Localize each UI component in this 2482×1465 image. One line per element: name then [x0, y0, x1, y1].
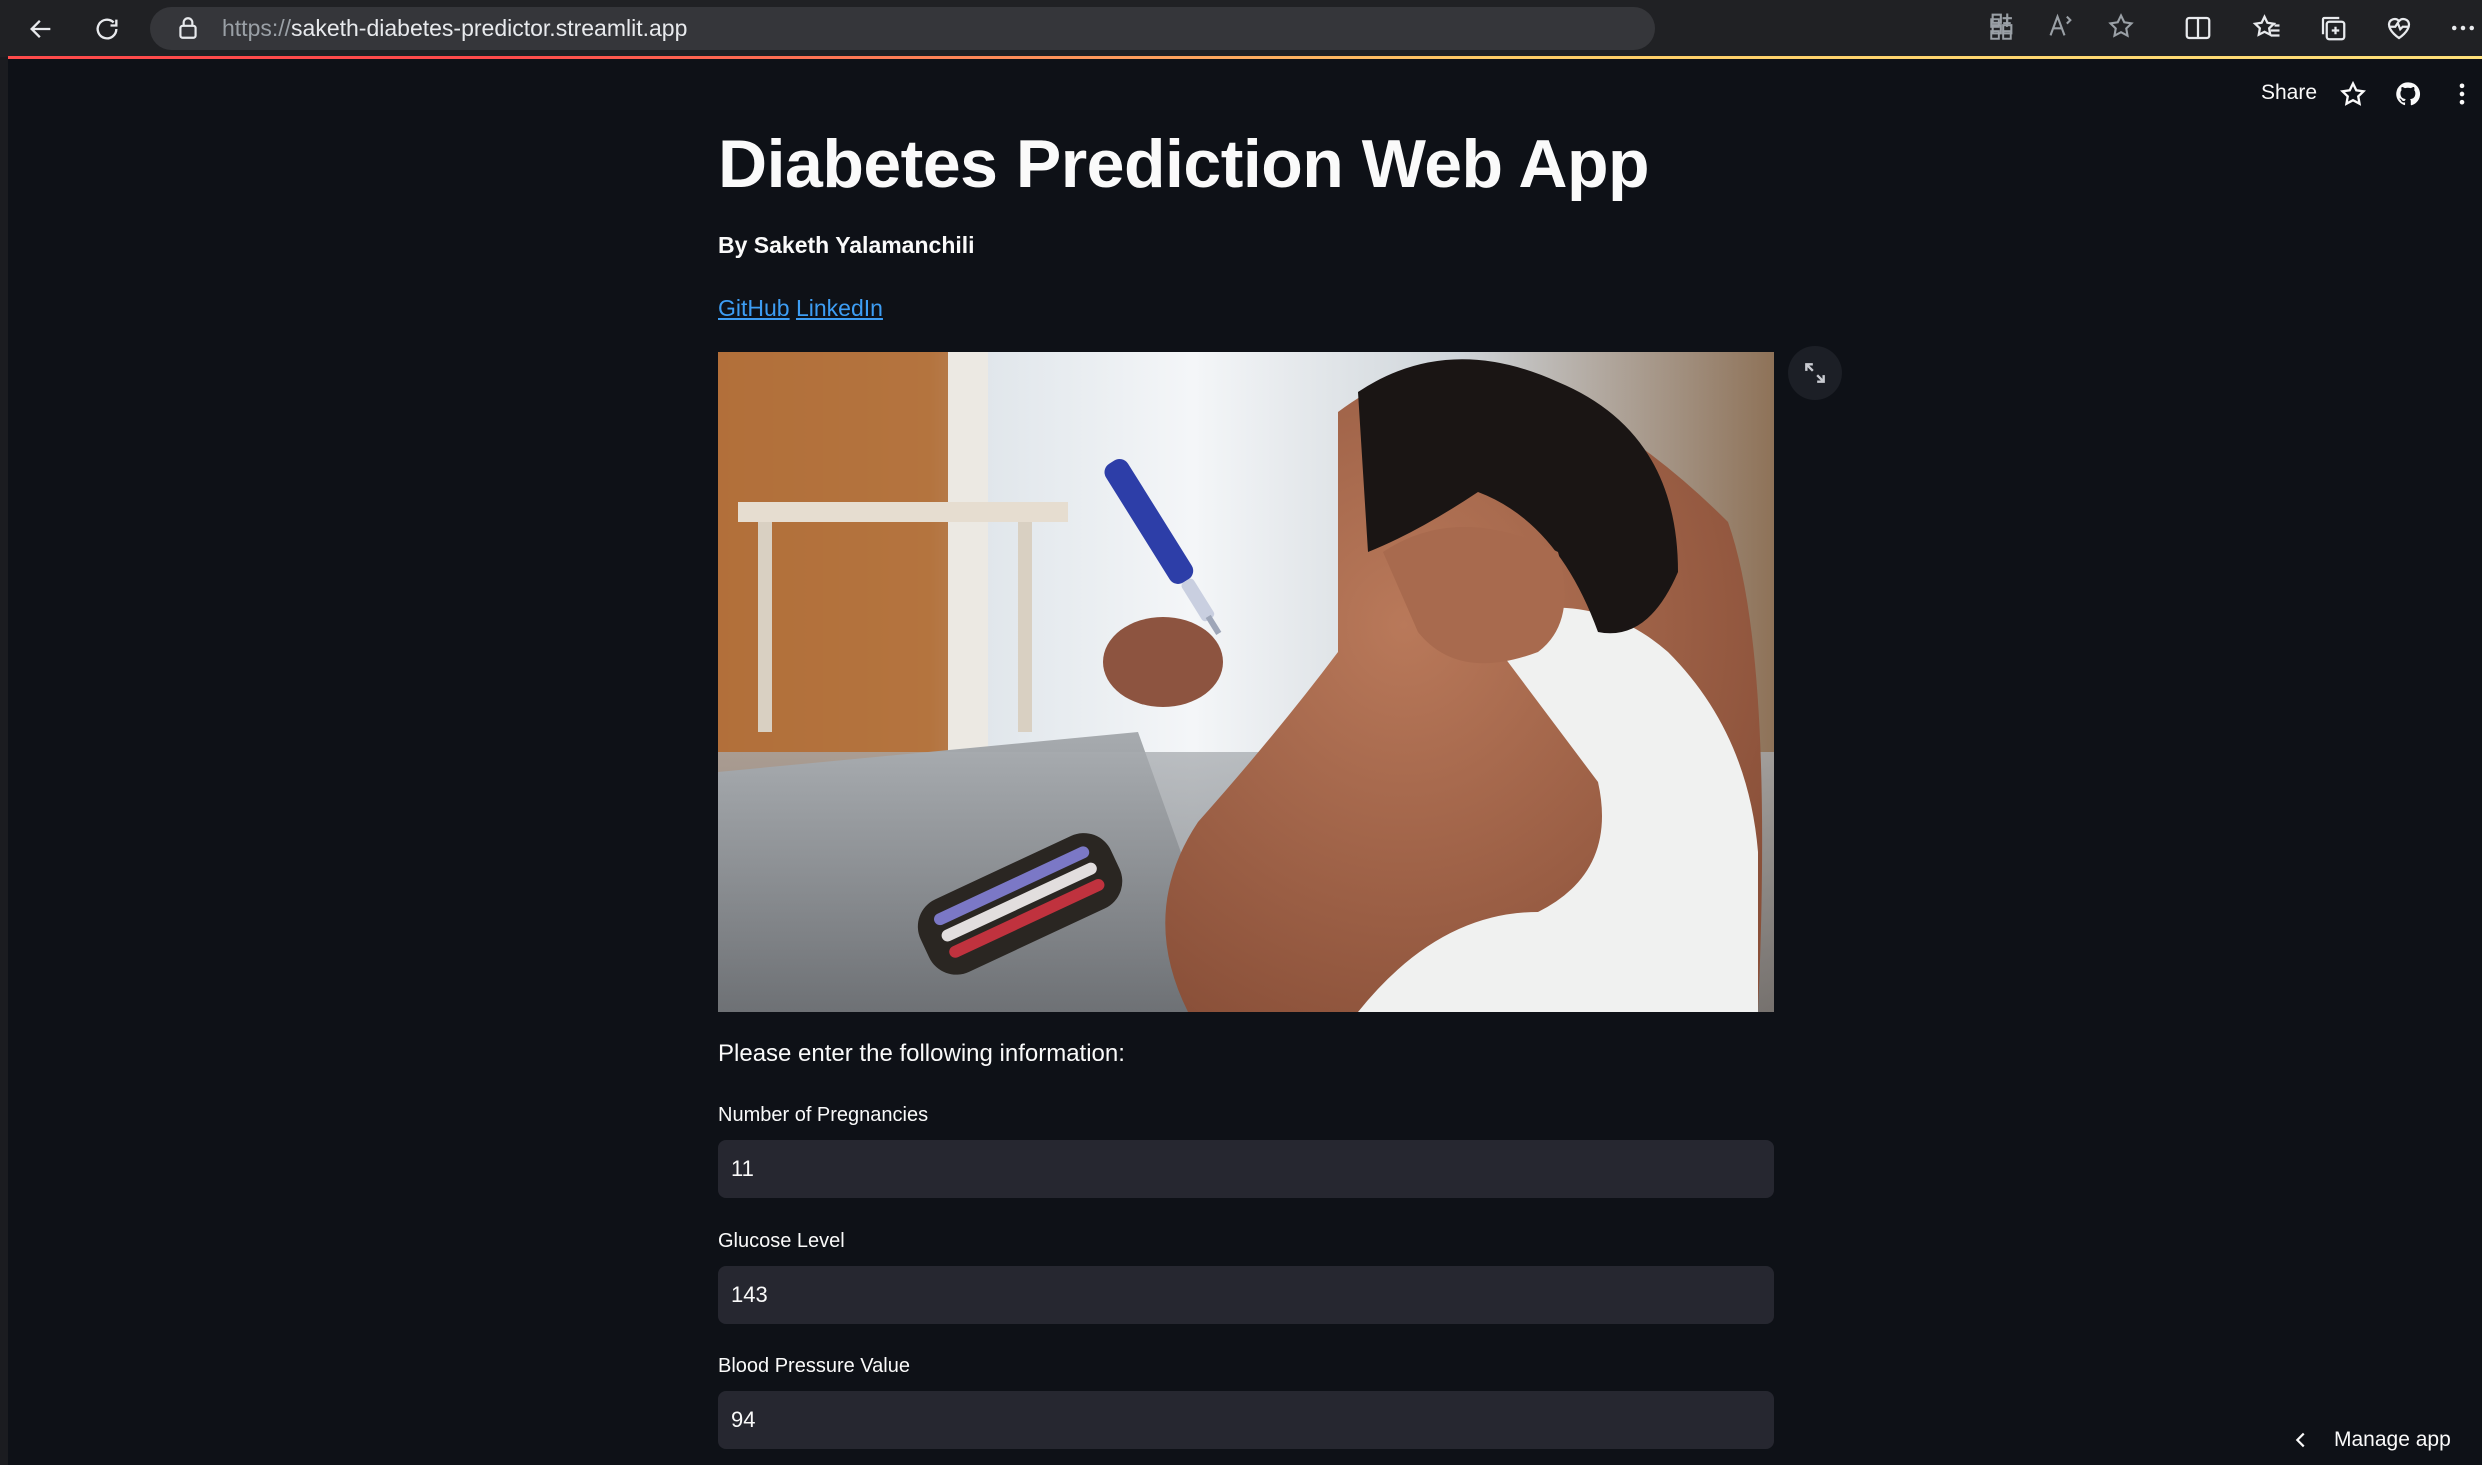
- back-icon[interactable]: [22, 10, 60, 48]
- app-install-icon[interactable]: [1988, 10, 2016, 38]
- pregnancies-label: Number of Pregnancies: [718, 1104, 929, 1126]
- social-links: GitHub LinkedIn: [718, 293, 883, 323]
- main-menu-icon[interactable]: [2448, 80, 2476, 108]
- blood-pressure-label: Blood Pressure Value: [718, 1355, 910, 1377]
- github-icon[interactable]: [2394, 80, 2422, 108]
- url-scheme: https://: [222, 15, 292, 41]
- pregnancies-input[interactable]: [718, 1140, 1774, 1198]
- window-edge: [0, 57, 8, 1465]
- health-icon[interactable]: [2384, 13, 2414, 43]
- address-bar[interactable]: https://saketh-diabetes-predictor.stream…: [150, 7, 2012, 50]
- collections-icon[interactable]: [2318, 13, 2348, 43]
- read-aloud-icon[interactable]: [2047, 12, 2075, 40]
- share-label: Share: [2261, 81, 2318, 104]
- hero-image: [718, 352, 1774, 1012]
- instructions-text: Please enter the following information:: [718, 1040, 1125, 1067]
- author-text: By Saketh Yalamanchili: [718, 232, 975, 258]
- url-host: saketh-diabetes-predictor.streamlit.app: [291, 15, 688, 41]
- more-icon[interactable]: [2448, 13, 2478, 43]
- page-title: Diabetes Prediction Web App: [718, 126, 1650, 202]
- favorite-star-icon[interactable]: [2107, 12, 2135, 40]
- url-text[interactable]: https://saketh-diabetes-predictor.stream…: [222, 15, 687, 42]
- manage-app-label: Manage app: [2334, 1428, 2451, 1451]
- blood-pressure-input[interactable]: [718, 1391, 1774, 1449]
- expand-icon: [1805, 363, 1825, 383]
- linkedin-link[interactable]: LinkedIn: [796, 295, 883, 321]
- lock-icon[interactable]: [175, 15, 201, 41]
- browser-toolbar: https://saketh-diabetes-predictor.stream…: [0, 0, 2482, 57]
- insulin-injection-photo: [718, 352, 1774, 1012]
- glucose-label: Glucose Level: [718, 1230, 845, 1252]
- favorites-icon[interactable]: [2252, 13, 2282, 43]
- glucose-input[interactable]: [718, 1266, 1774, 1324]
- split-screen-icon[interactable]: [2183, 13, 2213, 43]
- fullscreen-button[interactable]: [1788, 346, 1842, 400]
- reload-icon[interactable]: [88, 10, 126, 48]
- github-link[interactable]: GitHub: [718, 295, 790, 321]
- manage-app-button[interactable]: Manage app: [2290, 1428, 2451, 1452]
- chevron-left-icon: [2295, 1432, 2305, 1448]
- share-button[interactable]: Share: [2261, 78, 2317, 108]
- star-icon[interactable]: [2339, 80, 2367, 108]
- loading-progress-line: [8, 56, 2482, 59]
